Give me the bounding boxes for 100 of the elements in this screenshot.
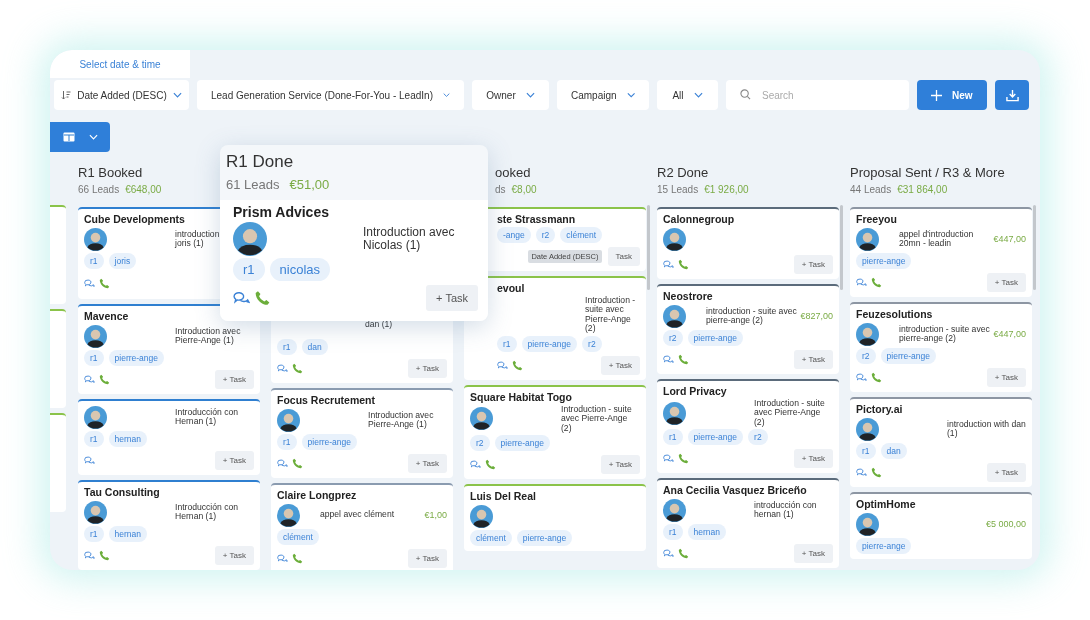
tag[interactable]: pierre-ange	[521, 335, 578, 352]
tag[interactable]: hernan	[687, 524, 727, 541]
tag[interactable]: nicolas	[269, 258, 331, 281]
phone-icon[interactable]	[99, 278, 110, 289]
add-task-button[interactable]: + Task	[986, 273, 1026, 292]
tag[interactable]: r2	[582, 335, 602, 352]
phone-icon[interactable]	[871, 277, 882, 288]
chat-icon[interactable]	[663, 548, 674, 560]
lead-card[interactable]: Square Habitat Togo Introduction - suite avec Pierre-Ange (2) r2 pierre-ange + Task	[464, 384, 646, 480]
tag[interactable]: -ange	[497, 227, 531, 243]
add-task-button[interactable]: + Task	[407, 359, 447, 378]
chat-icon[interactable]	[856, 277, 867, 288]
add-task-button[interactable]: + Task	[986, 463, 1026, 482]
tag[interactable]: r1	[497, 335, 517, 352]
add-task-button[interactable]: Task	[607, 247, 640, 266]
filter-dropdown[interactable]: Owner	[472, 80, 549, 110]
phone-icon[interactable]	[99, 550, 110, 561]
lead-card[interactable]: Mavence Introduction avec Pierre-Ange (1) r1 pierre-ange + Task	[78, 304, 260, 394]
tag[interactable]: r2	[535, 227, 556, 243]
chat-icon[interactable]	[663, 453, 674, 465]
add-task-button[interactable]: + Task	[793, 350, 833, 369]
dragged-card-overlay[interactable]: R1 Done 61 Leads €51,00 Prism Advices Introduction avec Nicolas (1) r1 nicolas + Task	[220, 145, 488, 321]
tag[interactable]: dan	[301, 339, 328, 355]
chat-icon[interactable]	[233, 290, 250, 306]
tag[interactable]: r2	[470, 435, 490, 452]
lead-card[interactable]: OptimHome €5 000,00 pierre-ange	[850, 492, 1032, 559]
phone-icon[interactable]	[292, 363, 303, 374]
tag[interactable]: pierre-ange	[687, 429, 744, 446]
tag[interactable]: pierre-ange	[687, 330, 744, 346]
tag[interactable]: clément	[277, 529, 319, 545]
chat-icon[interactable]	[856, 372, 867, 383]
add-task-button[interactable]: + Task	[986, 368, 1026, 387]
new-button[interactable]: New	[917, 80, 987, 110]
add-task-button[interactable]: + Task	[793, 255, 833, 274]
filter-dropdown[interactable]: Campaign	[557, 80, 649, 110]
tag[interactable]: r1	[84, 526, 104, 542]
lead-card[interactable]: Luis Del Real clément pierre-ange	[464, 484, 646, 552]
tag[interactable]: pierre-ange	[301, 434, 358, 450]
add-task-button[interactable]: + Task	[214, 370, 254, 389]
chat-icon[interactable]	[663, 259, 674, 270]
lead-card[interactable]: Lord Privacy Introduction - suite avec Pierre-Ange (2) r1 pierre-ange r2 + Task	[657, 379, 839, 474]
phone-icon[interactable]	[678, 354, 689, 365]
phone-icon[interactable]	[512, 359, 523, 371]
add-task-button[interactable]: + Task	[426, 285, 478, 311]
tag[interactable]: dan	[880, 443, 907, 459]
add-task-button[interactable]: + Task	[600, 355, 640, 375]
view-switch-button[interactable]	[50, 122, 110, 152]
sort-dropdown[interactable]: Date Added (DESC)	[54, 80, 189, 110]
lead-card[interactable]: Introducción con Hernan (1) r1 hernan + Task	[78, 399, 260, 475]
tag[interactable]: r1	[663, 524, 683, 541]
lead-card[interactable]: Tau Consulting Introducción con Hernan (1) r1 hernan + Task	[78, 480, 260, 570]
add-task-button[interactable]: + Task	[214, 451, 254, 470]
phone-icon[interactable]	[485, 459, 496, 471]
tag[interactable]: pierre-ange	[516, 530, 573, 547]
lead-card[interactable]: Ana Cecilia Vasquez Briceño introducción con hernan (1) r1 hernan + Task	[657, 478, 839, 569]
tag[interactable]: r1	[856, 443, 876, 459]
tag[interactable]: pierre-ange	[494, 435, 551, 452]
tag[interactable]: pierre-ange	[880, 348, 937, 364]
tag[interactable]: joris	[108, 253, 137, 269]
chat-icon[interactable]	[84, 550, 95, 561]
filter-dropdown[interactable]: All	[657, 80, 718, 110]
lead-card[interactable]: Freeyou appel d'introduction 20mn - leadin €447,00 pierre-ange + Task	[850, 207, 1032, 297]
tag[interactable]: r2	[856, 348, 876, 364]
tag[interactable]: pierre-ange	[856, 538, 912, 554]
chat-icon[interactable]	[84, 278, 95, 289]
lead-card[interactable]: Feuzesolutions introduction - suite avec pierre-ange (2) €447,00 r2 pierre-ange + Task	[850, 302, 1032, 392]
add-task-button[interactable]: + Task	[214, 546, 254, 565]
phone-icon[interactable]	[678, 259, 689, 270]
date-time-tab[interactable]: Select date & time	[50, 50, 190, 78]
add-task-button[interactable]: + Task	[600, 455, 640, 475]
search-field[interactable]: Search	[726, 80, 909, 110]
add-task-button[interactable]: + Task	[407, 549, 447, 568]
phone-icon[interactable]	[678, 453, 689, 465]
chat-icon[interactable]	[497, 359, 508, 371]
chat-icon[interactable]	[277, 363, 288, 374]
tag[interactable]: pierre-ange	[856, 253, 912, 269]
chat-icon[interactable]	[277, 458, 288, 469]
chat-icon[interactable]	[84, 374, 95, 385]
tag[interactable]: clément	[560, 227, 603, 243]
tag[interactable]: clément	[470, 530, 512, 547]
lead-card[interactable]: Pictory.ai introduction with dan (1) r1 dan + Task	[850, 397, 1032, 487]
tag[interactable]: r1	[84, 350, 104, 366]
chat-icon[interactable]	[856, 467, 867, 478]
tag[interactable]: r2	[663, 330, 683, 346]
tag[interactable]: r1	[277, 434, 297, 450]
lead-card[interactable]: Focus Recrutement Introduction avec Pierre-Ange (1) r1 pierre-ange + Task	[271, 388, 453, 478]
tag[interactable]: hernan	[108, 431, 148, 447]
tag[interactable]: r1	[84, 431, 104, 447]
chat-icon[interactable]	[277, 553, 288, 564]
add-task-button[interactable]: + Task	[793, 544, 833, 564]
chat-icon[interactable]	[470, 459, 481, 471]
tag[interactable]: r1	[277, 339, 297, 355]
download-button[interactable]	[995, 80, 1029, 110]
tag[interactable]: pierre-ange	[108, 350, 165, 366]
lead-card[interactable]: Neostrore introduction - suite avec pierre-ange (2) €827,00 r2 pierre-ange + Task	[657, 284, 839, 374]
lead-card[interactable]: Calonnegroup + Task	[657, 207, 839, 279]
phone-icon[interactable]	[99, 374, 110, 385]
chat-icon[interactable]	[663, 354, 674, 365]
lead-card[interactable]: Claire Longprez appel avec clément €1,00 clément + Task	[271, 483, 453, 570]
phone-icon[interactable]	[871, 372, 882, 383]
